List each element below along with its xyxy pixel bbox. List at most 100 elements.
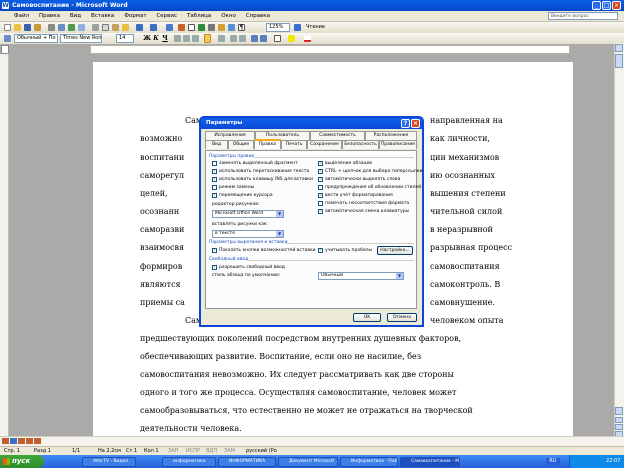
align-center-icon[interactable] xyxy=(183,35,190,42)
menu-tools[interactable]: Сервис xyxy=(152,11,181,22)
print-view-icon[interactable] xyxy=(18,438,25,444)
style-update-checkbox[interactable] xyxy=(318,185,323,190)
redo-icon[interactable] xyxy=(150,24,157,31)
horizontal-ruler[interactable] xyxy=(90,45,570,54)
border-icon[interactable] xyxy=(274,35,281,42)
undo-icon[interactable] xyxy=(136,24,143,31)
spelling-icon[interactable] xyxy=(68,24,75,31)
insert-table-icon[interactable] xyxy=(188,24,195,31)
dialog-help-button[interactable]: ? xyxy=(401,119,410,128)
drawing-icon[interactable] xyxy=(218,24,225,31)
dialog-close-button[interactable]: × xyxy=(411,119,420,128)
taskbar-item[interactable]: Информатика - Паб... xyxy=(340,457,398,467)
reading-mode-button[interactable]: Чтение xyxy=(306,24,325,31)
cut-icon[interactable] xyxy=(92,24,99,31)
scroll-thumb[interactable] xyxy=(615,54,623,68)
taskbar-item[interactable]: Документ Microsoft ... xyxy=(278,457,338,467)
cancel-button[interactable]: Отмена xyxy=(387,313,417,322)
auto-keyboard-checkbox[interactable]: ✓ xyxy=(318,209,323,214)
smart-space-checkbox[interactable]: ✓ xyxy=(318,248,323,253)
menu-edit[interactable]: Правка xyxy=(35,11,64,22)
help-question-input[interactable]: Введите вопрос xyxy=(548,12,618,20)
scroll-up-icon[interactable] xyxy=(615,44,623,52)
auto-select-words-checkbox[interactable]: ✓ xyxy=(318,177,323,182)
default-style-select[interactable]: Обычный ▼ xyxy=(318,272,404,280)
highlight-icon[interactable] xyxy=(288,35,295,42)
paste-options-checkbox[interactable]: ✓ xyxy=(212,248,217,253)
format-painter-icon[interactable] xyxy=(122,24,129,31)
cursor-move-checkbox[interactable]: ✓ xyxy=(212,193,217,198)
ins-paste-checkbox[interactable]: ✓ xyxy=(212,177,217,182)
browse-object-icon[interactable] xyxy=(615,424,623,430)
font-size-select[interactable]: 14 xyxy=(116,34,134,43)
numbering-icon[interactable] xyxy=(230,35,237,42)
picture-editor-select[interactable]: Microsoft Office Word ▼ xyxy=(212,210,284,218)
styles-icon[interactable] xyxy=(4,35,11,42)
bullets-icon[interactable] xyxy=(239,35,246,42)
font-select[interactable]: Times New Roman xyxy=(60,34,102,43)
keyboard-language[interactable]: RU xyxy=(546,458,560,465)
tab-general[interactable]: Общие xyxy=(228,140,254,149)
maximize-button[interactable]: □ xyxy=(602,1,611,10)
mark-format-checkbox[interactable] xyxy=(318,201,323,206)
vertical-scrollbar[interactable] xyxy=(614,43,624,436)
tab-selector[interactable] xyxy=(1,45,9,54)
minimize-button[interactable]: _ xyxy=(592,1,601,10)
tab-compatibility[interactable]: Совместимость xyxy=(310,131,365,140)
print-icon[interactable] xyxy=(48,24,55,31)
drag-drop-checkbox[interactable]: ✓ xyxy=(212,169,217,174)
overtype-checkbox[interactable] xyxy=(212,185,217,190)
save-icon[interactable] xyxy=(24,24,31,31)
menu-file[interactable]: Файл xyxy=(10,11,33,22)
taskbar-item[interactable]: ИНФОРМАТИКА xyxy=(218,457,276,467)
status-track[interactable]: ИСПР xyxy=(186,447,200,455)
outline-view-icon[interactable] xyxy=(26,438,33,444)
document-map-icon[interactable] xyxy=(228,24,235,31)
tab-edit[interactable]: Правка xyxy=(254,139,281,149)
web-view-icon[interactable] xyxy=(10,438,17,444)
tab-location[interactable]: Расположение xyxy=(365,131,417,140)
taskbar-item[interactable]: AVerTV - Видео xyxy=(82,457,136,467)
prev-page-icon[interactable] xyxy=(615,417,623,423)
zoom-box[interactable]: 125% xyxy=(266,23,290,32)
align-right-icon[interactable] xyxy=(192,35,199,42)
tab-spelling[interactable]: Правописание xyxy=(379,140,417,149)
line-spacing-icon[interactable] xyxy=(218,35,225,42)
insert-excel-icon[interactable] xyxy=(198,24,205,31)
settings-button[interactable]: Настройка... xyxy=(377,246,413,255)
align-left-icon[interactable] xyxy=(174,35,181,42)
tables-borders-icon[interactable] xyxy=(178,24,185,31)
tab-security[interactable]: Безопасность xyxy=(342,140,379,149)
bold-button[interactable]: Ж xyxy=(143,34,151,43)
replace-selection-checkbox[interactable] xyxy=(212,161,217,166)
keep-formatting-checkbox[interactable]: ✓ xyxy=(318,193,323,198)
insert-pictures-select[interactable]: в тексте ▼ xyxy=(212,230,284,238)
horizontal-scrollbar[interactable] xyxy=(0,436,624,446)
status-overtype[interactable]: ЗАМ xyxy=(224,447,235,455)
normal-view-icon[interactable] xyxy=(2,438,9,444)
tab-print[interactable]: Печать xyxy=(281,140,307,149)
ctrl-click-checkbox[interactable]: ✓ xyxy=(318,169,323,174)
select-paragraph-checkbox[interactable]: ✓ xyxy=(318,161,323,166)
italic-button[interactable]: К xyxy=(152,34,160,43)
menu-insert[interactable]: Вставка xyxy=(87,11,118,22)
style-select[interactable]: Обычный + По ш xyxy=(14,34,58,43)
justify-icon[interactable] xyxy=(204,34,211,43)
permission-icon[interactable] xyxy=(34,24,41,31)
menu-view[interactable]: Вид xyxy=(66,11,85,22)
tab-corrections[interactable]: Исправления xyxy=(205,131,255,140)
underline-button[interactable]: Ч xyxy=(161,34,169,43)
menu-table[interactable]: Таблица xyxy=(183,11,215,22)
decrease-indent-icon[interactable] xyxy=(251,35,258,42)
hyperlink-icon[interactable] xyxy=(166,24,173,31)
menu-window[interactable]: Окно xyxy=(217,11,240,22)
taskbar-item[interactable]: информатика xyxy=(162,457,216,467)
show-hide-icon[interactable]: ¶ xyxy=(238,24,245,31)
font-color-icon[interactable] xyxy=(304,35,311,42)
preview-icon[interactable] xyxy=(58,24,65,31)
copy-icon[interactable] xyxy=(102,24,109,31)
click-and-type-checkbox[interactable]: ✓ xyxy=(212,265,217,270)
open-icon[interactable] xyxy=(14,24,21,31)
columns-icon[interactable] xyxy=(208,24,215,31)
increase-indent-icon[interactable] xyxy=(260,35,267,42)
